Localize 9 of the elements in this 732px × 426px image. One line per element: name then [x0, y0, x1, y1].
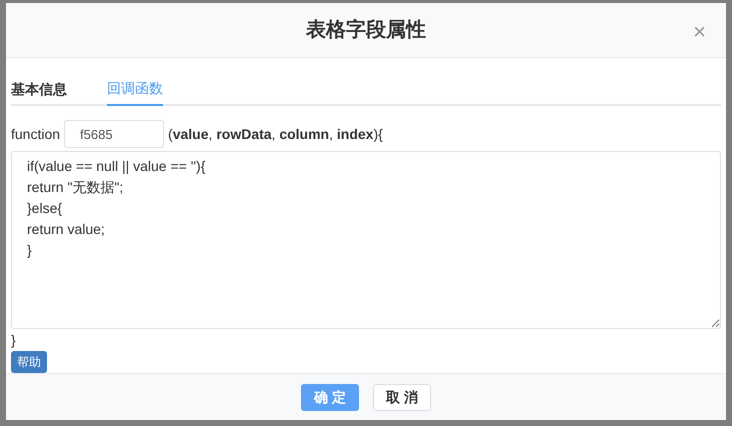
function-params: (value, rowData, column, index){	[168, 124, 383, 144]
help-button[interactable]: 帮助	[11, 351, 47, 373]
tab[interactable]: 基本信息	[11, 72, 67, 106]
dialog-title: 表格字段属性	[306, 18, 426, 43]
closing-brace: }	[11, 331, 16, 350]
code-editor[interactable]: if(value == null || value == ''){ return "无数据"; }else{ return value; }	[11, 151, 721, 329]
function-keyword: function	[11, 124, 60, 144]
cancel-button[interactable]: 取 消	[373, 384, 431, 410]
function-name-field[interactable]: f5685	[64, 120, 164, 148]
